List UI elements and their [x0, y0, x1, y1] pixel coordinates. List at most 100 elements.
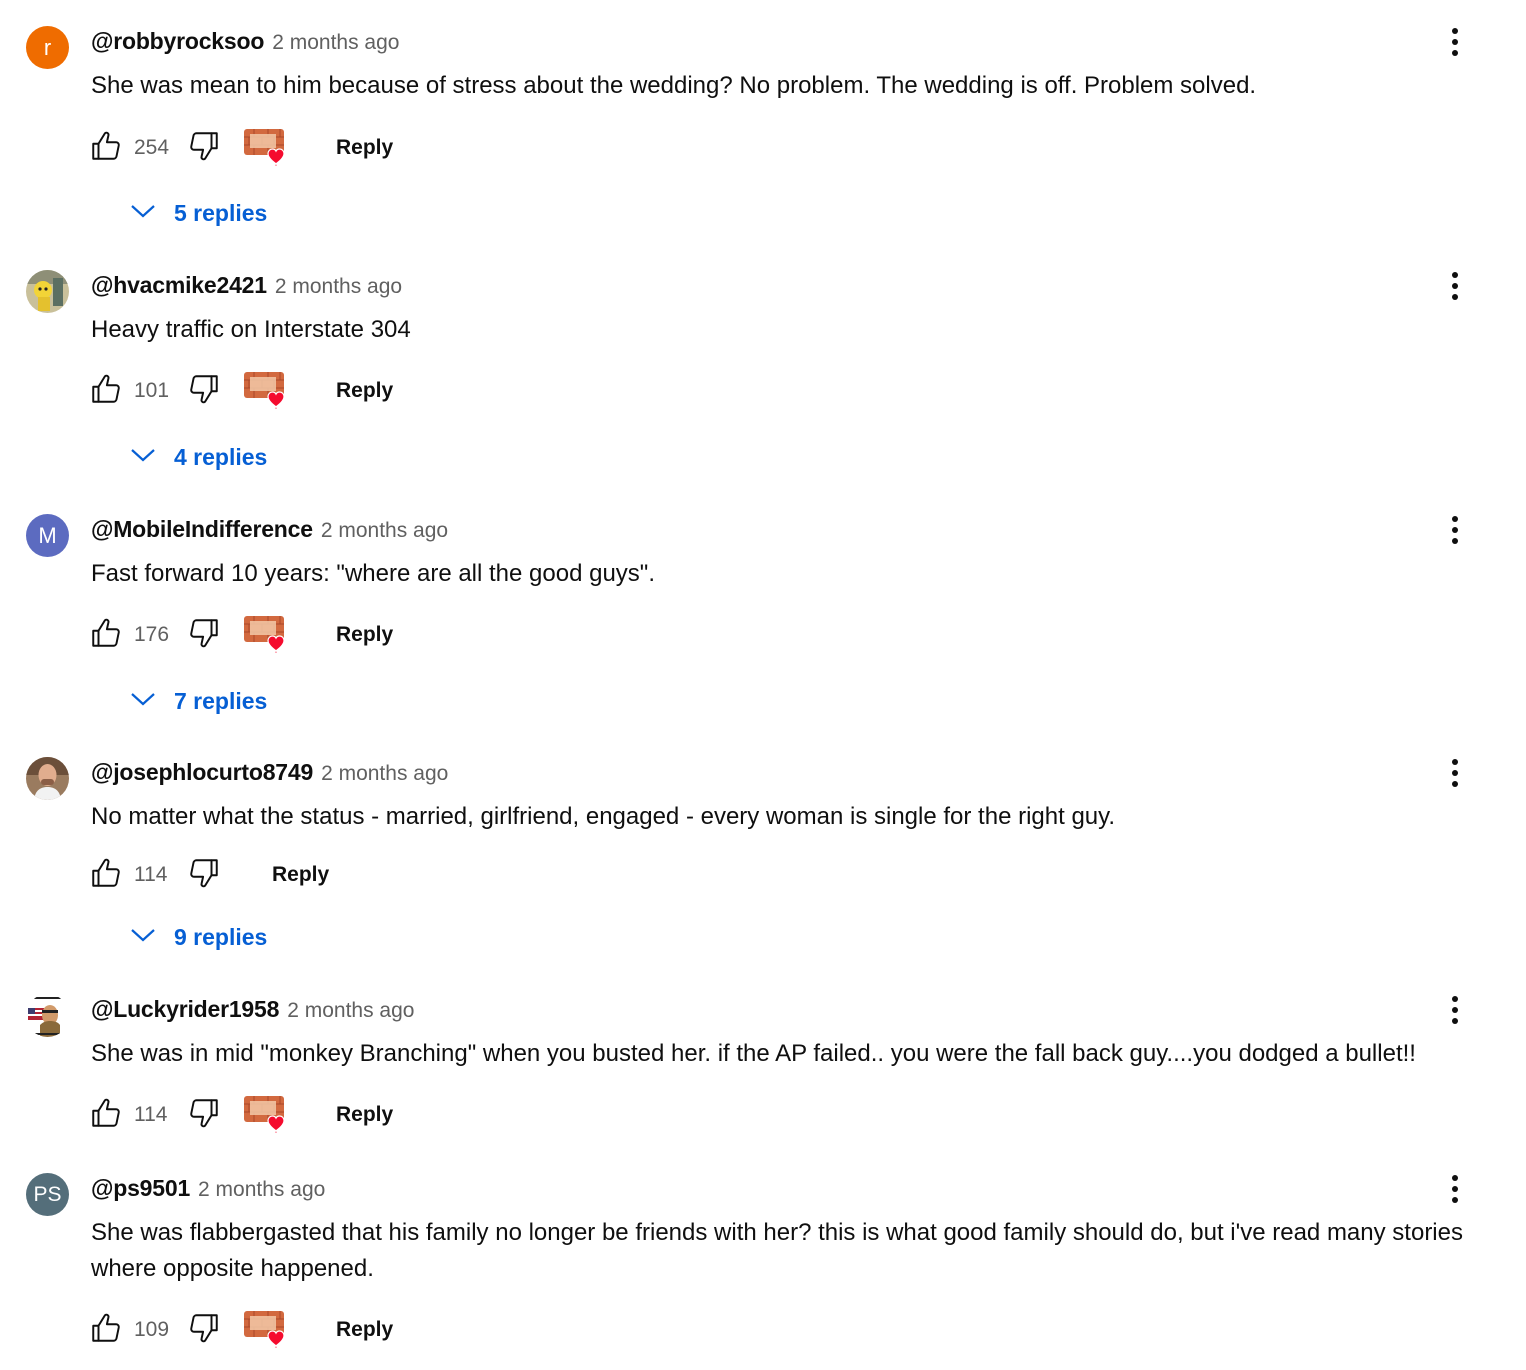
thumbs-up-icon [88, 1310, 124, 1351]
author-name[interactable]: @hvacmike2421 [91, 272, 267, 299]
chevron-down-icon [130, 202, 156, 225]
author-name[interactable]: @robbyrocksoo [91, 28, 264, 55]
creator-heart-badge [242, 613, 294, 657]
comment-header: @hvacmike2421 2 months ago [91, 272, 402, 302]
dislike-button[interactable] [184, 1095, 224, 1135]
comment-actions: 101 Reply [86, 371, 393, 411]
creator-heart-badge [242, 1308, 294, 1352]
reply-button[interactable]: Reply [336, 1103, 393, 1127]
view-replies-button[interactable]: 4 replies [130, 437, 267, 477]
like-button[interactable] [86, 855, 126, 895]
more-vert-icon [1450, 515, 1460, 550]
like-button[interactable] [86, 615, 126, 655]
comment-actions: 114 Reply [86, 855, 329, 895]
comment-text: Fast forward 10 years: "where are all th… [91, 560, 655, 587]
reply-button[interactable]: Reply [336, 136, 393, 160]
thumbs-up-icon [88, 371, 124, 412]
hit-the-brick-heart-icon [242, 1096, 294, 1141]
comment-menu-button[interactable] [1440, 270, 1470, 306]
comment-thread: M @MobileIndifference 2 months ago Fast for… [0, 514, 1526, 726]
view-replies-button[interactable]: 9 replies [130, 917, 267, 957]
reply-button[interactable]: Reply [336, 623, 393, 647]
comments-section: r @robbyrocksoo 2 months ago She was mean t… [0, 0, 1526, 1370]
comment-menu-button[interactable] [1440, 26, 1470, 62]
comment-time[interactable]: 2 months ago [321, 519, 448, 543]
reply-button[interactable]: Reply [336, 1318, 393, 1342]
dislike-button[interactable] [184, 128, 224, 168]
author-name[interactable]: @Luckyrider1958 [91, 996, 279, 1023]
comment-menu-button[interactable] [1440, 514, 1470, 550]
comment-menu-button[interactable] [1440, 1173, 1470, 1209]
avatar-initial: M [38, 522, 57, 548]
comment-header: @MobileIndifference 2 months ago [91, 516, 448, 546]
comment-actions: 109 Reply [86, 1310, 393, 1350]
thumbs-up-icon [88, 615, 124, 656]
comment-time[interactable]: 2 months ago [275, 275, 402, 299]
thumbs-down-icon [186, 615, 222, 656]
avatar[interactable] [26, 270, 69, 313]
view-replies-button[interactable]: 5 replies [130, 193, 267, 233]
like-count: 114 [134, 1103, 168, 1126]
view-replies-button[interactable]: 7 replies [130, 681, 267, 721]
more-vert-icon [1450, 995, 1460, 1030]
comment-header: @robbyrocksoo 2 months ago [91, 28, 399, 58]
comment-text: She was in mid "monkey Branching" when y… [91, 1040, 1416, 1067]
more-vert-icon [1450, 1174, 1460, 1209]
like-count: 109 [134, 1318, 170, 1341]
hit-the-brick-heart-icon [242, 129, 294, 174]
avatar[interactable] [26, 757, 69, 800]
comment-actions: 176 Reply [86, 615, 393, 655]
like-button[interactable] [86, 128, 126, 168]
thumbs-down-icon [186, 1310, 222, 1351]
thumbs-down-icon [186, 855, 222, 896]
dislike-button[interactable] [184, 855, 224, 895]
yellow-cartoon-avatar [26, 270, 69, 313]
like-count: 114 [134, 863, 168, 886]
like-button[interactable] [86, 1095, 126, 1135]
thumbs-down-icon [186, 128, 222, 169]
like-button[interactable] [86, 371, 126, 411]
creator-heart-badge [242, 369, 294, 413]
avatar[interactable]: r [26, 26, 69, 69]
chevron-down-icon [130, 926, 156, 949]
like-count: 254 [134, 136, 170, 159]
thumbs-up-icon [88, 1095, 124, 1136]
thumbs-down-icon [186, 1095, 222, 1136]
author-name[interactable]: @josephlocurto8749 [91, 759, 313, 786]
comment-thread: @Luckyrider1958 2 months ago She was in mi… [0, 994, 1526, 1140]
more-vert-icon [1450, 27, 1460, 62]
avatar-initial: r [43, 34, 52, 60]
hit-the-brick-heart-icon [242, 372, 294, 417]
dislike-button[interactable] [184, 1310, 224, 1350]
avatar[interactable]: PS [26, 1173, 69, 1216]
avatar[interactable]: M [26, 514, 69, 557]
comment-thread: @hvacmike2421 2 months ago Heavy traffic o… [0, 270, 1526, 482]
like-count: 101 [134, 379, 170, 402]
dislike-button[interactable] [184, 615, 224, 655]
comment-text: Heavy traffic on Interstate 304 [91, 316, 411, 343]
comment-menu-button[interactable] [1440, 757, 1470, 793]
thumbs-up-icon [88, 128, 124, 169]
comment-text: No matter what the status - married, gir… [91, 803, 1116, 830]
reply-button[interactable]: Reply [272, 863, 329, 887]
comment-time[interactable]: 2 months ago [287, 999, 414, 1023]
hit-the-brick-heart-icon [242, 616, 294, 661]
creator-heart-badge [242, 126, 294, 170]
reply-button[interactable]: Reply [336, 379, 393, 403]
thumbs-up-icon [88, 855, 124, 896]
author-name[interactable]: @ps9501 [91, 1175, 190, 1202]
comment-time[interactable]: 2 months ago [321, 762, 448, 786]
replies-count-label: 5 replies [174, 199, 268, 226]
author-name[interactable]: @MobileIndifference [91, 516, 313, 543]
like-button[interactable] [86, 1310, 126, 1350]
comment-menu-button[interactable] [1440, 994, 1470, 1030]
avatar[interactable] [26, 994, 69, 1037]
dislike-button[interactable] [184, 371, 224, 411]
comment-time[interactable]: 2 months ago [272, 31, 399, 55]
creator-heart-badge [242, 1093, 294, 1137]
comment-thread: @josephlocurto8749 2 months ago No matter … [0, 757, 1526, 962]
flag-biker-avatar [26, 994, 69, 1037]
replies-count-label: 9 replies [174, 923, 268, 950]
comment-time[interactable]: 2 months ago [198, 1178, 325, 1202]
replies-count-label: 4 replies [174, 443, 268, 470]
